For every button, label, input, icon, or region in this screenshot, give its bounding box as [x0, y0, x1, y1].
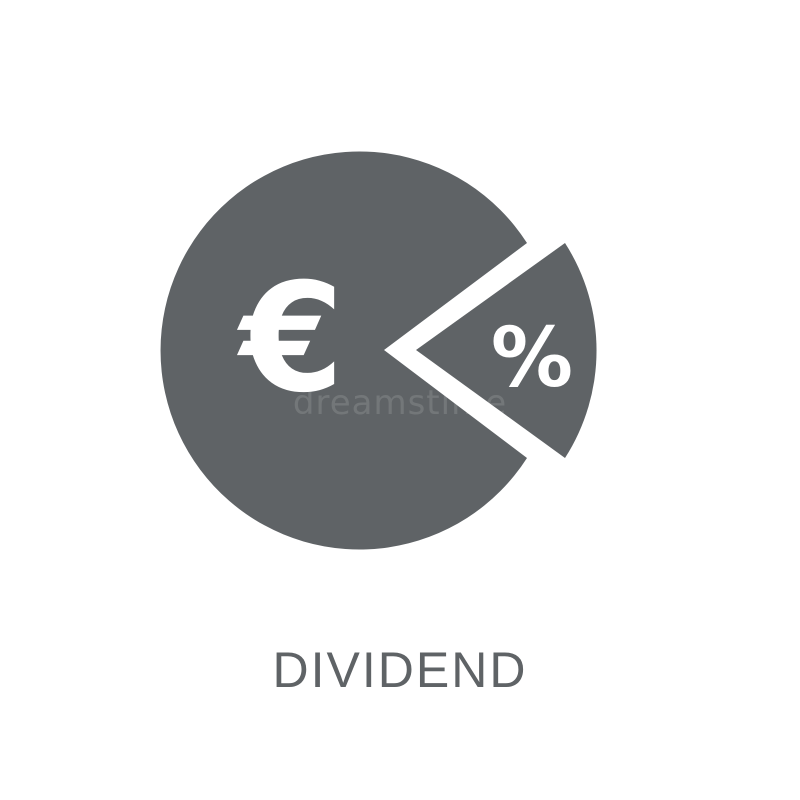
percent-icon: %: [491, 311, 573, 406]
icon-canvas: € % dreamstime DIVIDEND: [0, 0, 800, 800]
icon-caption: DIVIDEND: [272, 642, 528, 698]
euro-icon: €: [237, 252, 344, 426]
